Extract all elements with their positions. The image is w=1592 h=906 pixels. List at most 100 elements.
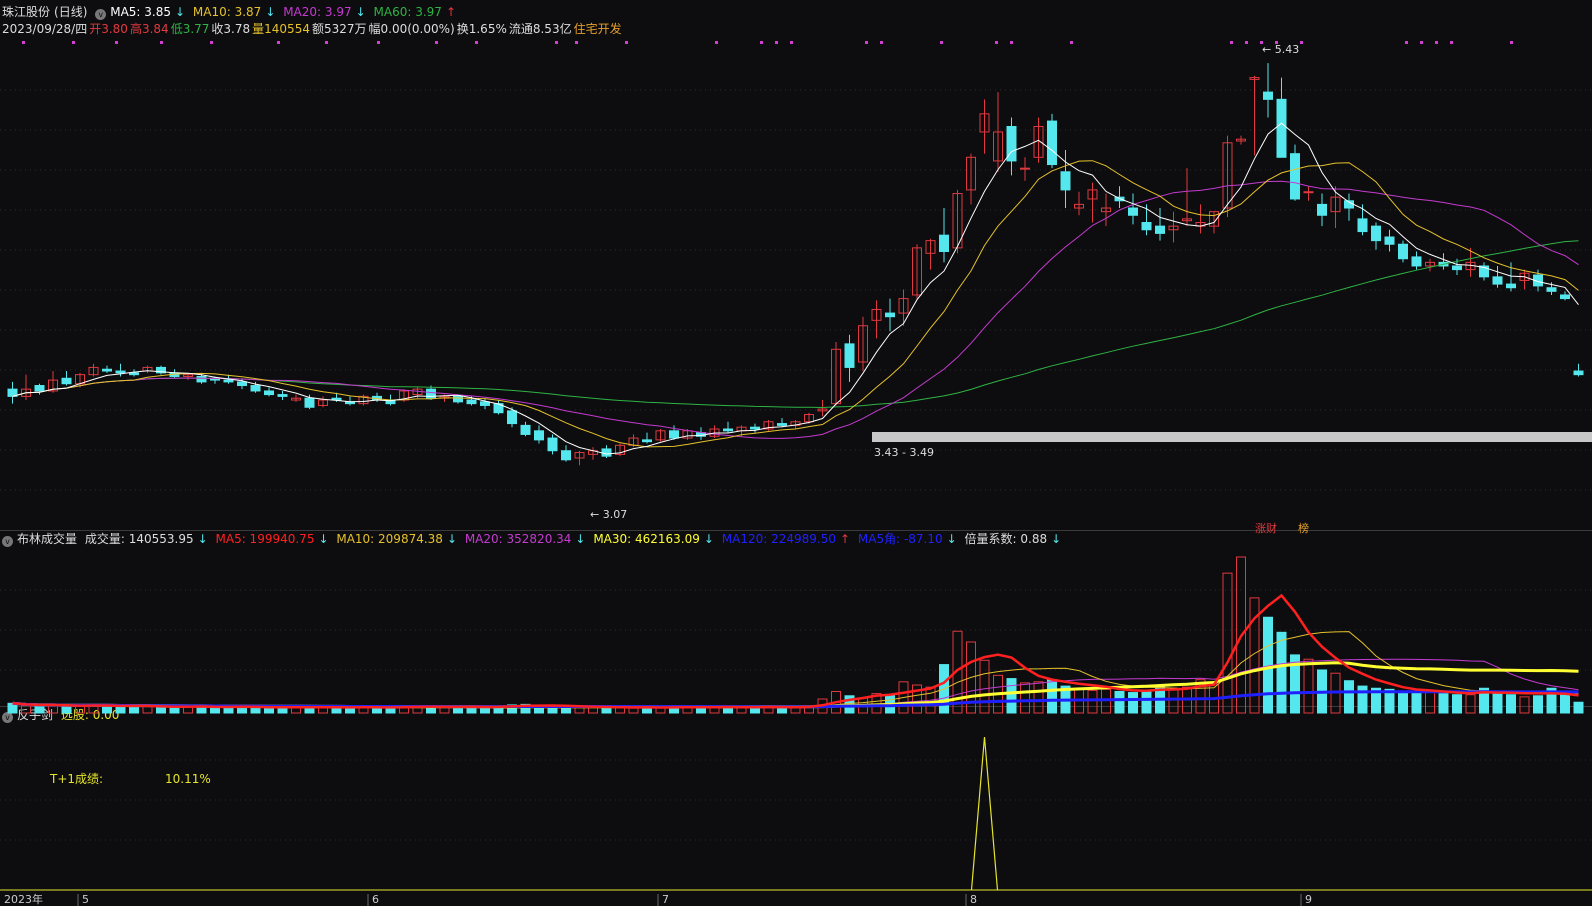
volume-bar [1573,701,1584,714]
event-marker [865,41,868,44]
candle [480,401,490,406]
volume-bar [1303,658,1314,714]
candle [844,343,855,368]
candle [547,437,558,452]
candle [304,397,315,408]
candle [1398,243,1408,260]
volume-bar [345,707,355,714]
candle [534,430,544,441]
bang-flag: 榜 [1298,521,1309,535]
event-marker [277,41,280,44]
volume-bar [1425,689,1435,714]
candle [1141,222,1152,231]
volume-bar [1114,690,1125,714]
event-marker [760,41,763,44]
candle [196,375,207,383]
gap-range-label: 3.43 - 3.49 [874,446,934,459]
volume-bar [169,707,180,714]
candle [277,394,288,397]
volume-bar [1506,694,1516,714]
candle [115,370,126,374]
event-marker [1245,41,1248,44]
volume-bar [1438,693,1449,714]
candle [1155,225,1165,234]
axis-month-label: 9 [1305,893,1312,906]
event-marker [210,41,213,44]
event-marker [940,41,943,44]
volume-bar [129,706,139,714]
volume-bar [1006,678,1017,714]
candle [1060,171,1071,191]
event-marker [1510,41,1513,44]
candle [1276,98,1287,158]
low-price-label: ← 3.07 [590,508,627,521]
candle [1411,256,1422,267]
candle [885,312,895,318]
event-marker [995,41,998,44]
event-marker [160,41,163,44]
volume-bar [777,707,787,714]
volume-bar [61,706,72,714]
event-marker [625,41,628,44]
zhangcai-flag: 涨财 [1255,521,1277,535]
candle [466,399,477,405]
volume-bar [1519,696,1530,714]
event-marker [475,41,478,44]
vol-ma30-line [12,661,1579,709]
event-marker [555,41,558,44]
volume-bar [1560,693,1570,714]
volume-bar [574,707,585,714]
event-marker [880,41,883,44]
event-marker [775,41,778,44]
candle [223,379,234,383]
volume-bar [1452,694,1462,714]
candle [723,428,733,432]
vol-ma10-line [12,631,1579,708]
volume-bar [115,706,126,714]
event-marker [1300,41,1303,44]
candle [1290,153,1300,200]
candle [1128,207,1138,216]
volume-bar [1344,680,1354,714]
candle [777,423,787,426]
candle [750,426,760,430]
axis-month-label: 7 [662,893,669,906]
volume-bar [156,706,166,714]
candle [1263,91,1273,100]
high-price-label: ← 5.43 [1262,43,1299,56]
candle [642,439,652,443]
candle [129,372,139,376]
volume-bar [979,659,990,714]
event-marker [1405,41,1408,44]
volume-bar [628,707,639,714]
candle [561,450,571,461]
candle [61,377,72,385]
axis-year-label: 2023年 [4,892,43,906]
candle [1384,236,1395,245]
axis-month-label: 8 [970,893,977,906]
candle [1560,294,1570,300]
event-marker [1435,41,1438,44]
volume-bar [1398,690,1408,714]
candle [1452,265,1462,271]
candle [939,234,949,252]
candle [1303,191,1314,194]
event-marker [325,41,328,44]
volume-bar [1222,572,1233,714]
candle [237,381,247,387]
volume-bar [1033,681,1044,714]
volume-bar [1128,692,1138,714]
candle [102,368,112,372]
candle [1317,203,1327,216]
event-marker [1450,41,1453,44]
volume-bar [1411,692,1422,714]
volume-bar [21,704,31,714]
candle [1357,218,1368,233]
ma10-line [12,160,1579,448]
candle [264,390,274,396]
event-marker [22,41,25,44]
event-marker [1230,41,1233,44]
candle [34,385,45,392]
stock-chart[interactable]: ← 5.43 ← 3.07 3.43 - 3.49 涨财 榜 2023年 5 6 7 8 9 [0,0,1592,906]
vol-ma120-line [12,690,1579,709]
